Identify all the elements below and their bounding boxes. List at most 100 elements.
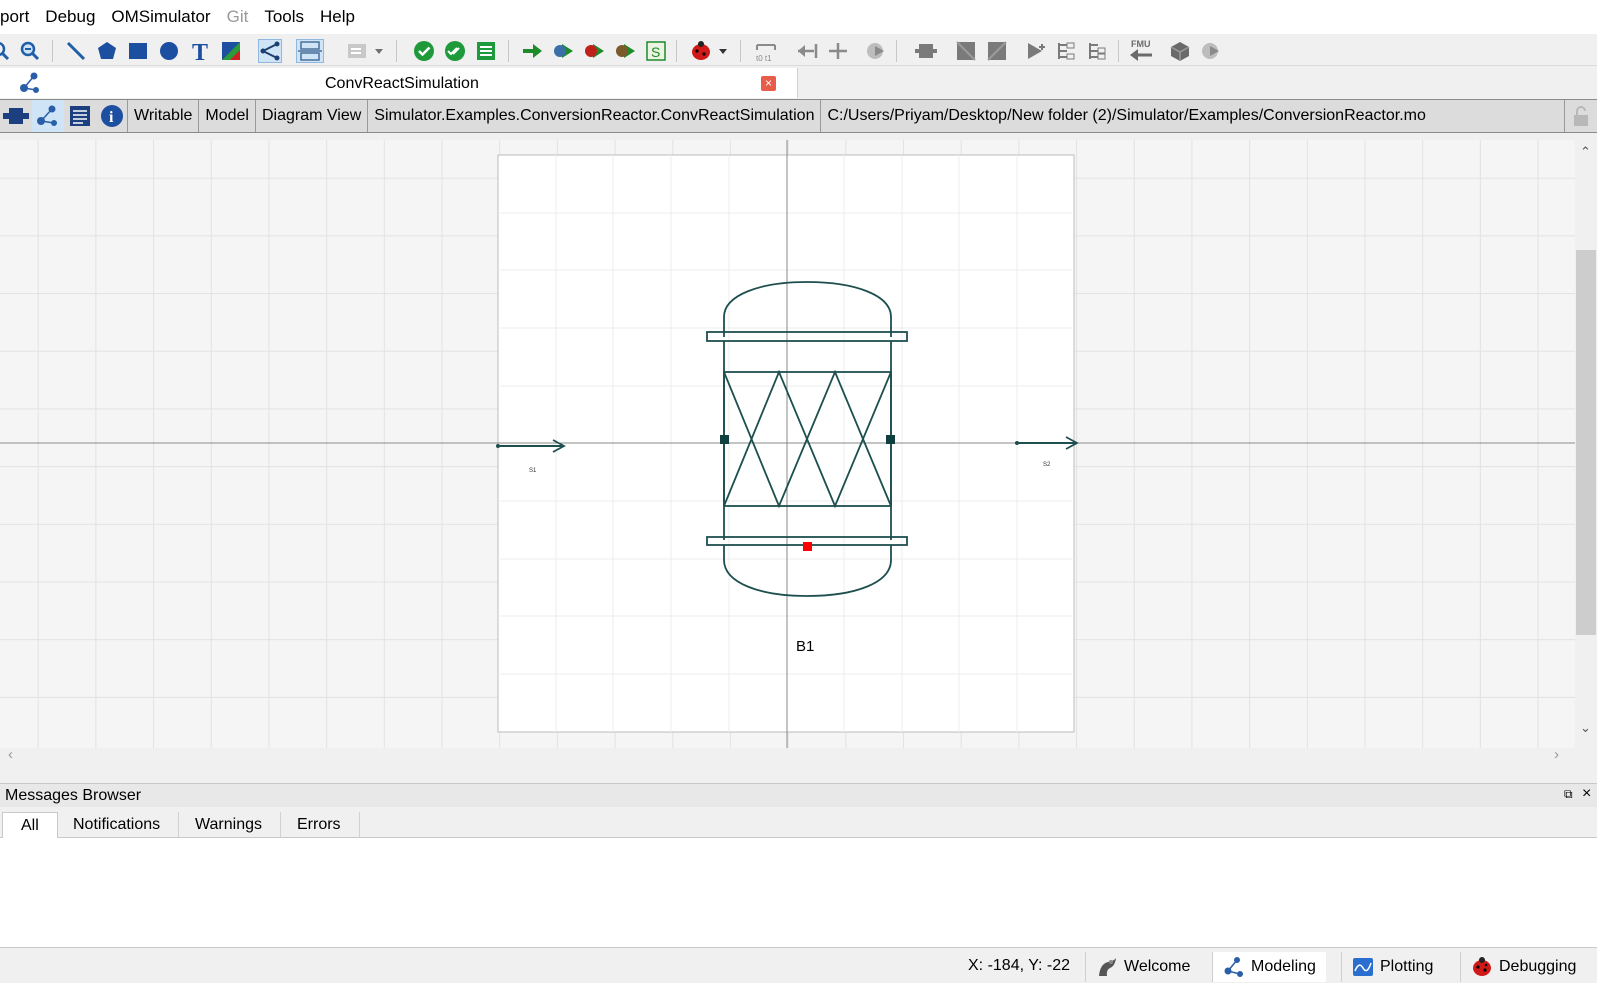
messages-browser-title: Messages Browser xyxy=(5,787,142,804)
class-type-label: Model xyxy=(199,100,256,132)
simulate-with-algorithmic-debugger-icon[interactable] xyxy=(582,39,606,63)
modeling-label: Modeling xyxy=(1251,958,1316,975)
export-icon[interactable] xyxy=(864,39,888,63)
tab-notifications[interactable]: Notifications xyxy=(55,812,180,838)
zoom-in-icon[interactable] xyxy=(0,39,12,63)
reactor-energy-port[interactable] xyxy=(803,542,812,551)
component-label: B1 xyxy=(796,638,814,655)
close-tab-button[interactable]: × xyxy=(761,76,776,91)
diff-icon[interactable]: t0 t1 xyxy=(754,39,778,63)
add-bus-icon[interactable] xyxy=(954,39,978,63)
lock-icon[interactable] xyxy=(1565,100,1597,132)
simulation-setup-icon[interactable]: S xyxy=(644,39,668,63)
svg-text:T: T xyxy=(192,40,208,62)
inlet-label: S1 xyxy=(529,468,537,474)
plotting-icon xyxy=(1352,956,1374,978)
three-d-viewer-icon[interactable] xyxy=(1168,39,1192,63)
status-bar: X: -184, Y: -22 Welcome Modeling Plottin… xyxy=(0,949,1597,983)
menu-debug[interactable]: Debug xyxy=(37,7,103,27)
debugging-icon xyxy=(1471,956,1493,978)
scroll-right-icon[interactable]: › xyxy=(1554,746,1559,763)
scroll-down-icon[interactable]: ⌄ xyxy=(1580,720,1591,736)
simulate-with-transformational-debugger-icon[interactable] xyxy=(551,39,575,63)
plotting-label: Plotting xyxy=(1380,958,1434,975)
rectangle-tool-icon[interactable] xyxy=(126,39,150,63)
diagram-area: S1 S2 B1 ⌃ ⌄ ‹ › xyxy=(0,140,1597,764)
move-left-icon[interactable] xyxy=(795,39,819,63)
writable-status: Writable xyxy=(128,100,200,132)
simulate-icon[interactable] xyxy=(520,39,544,63)
reactor-inlet-port[interactable] xyxy=(720,435,729,444)
svg-text:t0 t1: t0 t1 xyxy=(756,54,772,62)
vertical-scrollbar[interactable]: ⌃ ⌄ xyxy=(1575,140,1597,748)
close-panel-icon[interactable]: × xyxy=(1582,785,1591,803)
horizontal-scrollbar[interactable]: ‹ › xyxy=(0,746,1575,764)
run-icon[interactable] xyxy=(1199,39,1223,63)
menu-help[interactable]: Help xyxy=(312,7,363,27)
menu-export[interactable]: port xyxy=(0,7,37,27)
line-tool-icon[interactable] xyxy=(64,39,88,63)
check-model-icon[interactable] xyxy=(412,39,436,63)
icon-view-button[interactable] xyxy=(0,100,32,132)
messages-browser-header: Messages Browser ⧉ × xyxy=(0,783,1597,807)
transition-mode-icon[interactable] xyxy=(296,39,324,63)
connect-mode-icon[interactable] xyxy=(258,39,282,63)
ellipse-tool-icon[interactable] xyxy=(157,39,181,63)
document-tab-title: ConvReactSimulation xyxy=(325,75,479,92)
document-tab-bar: ConvReactSimulation × xyxy=(0,68,1597,98)
messages-list xyxy=(0,838,1597,948)
tab-errors[interactable]: Errors xyxy=(279,812,360,838)
toolbar: T S t0 t1 FMU xyxy=(0,34,1597,66)
scroll-left-icon[interactable]: ‹ xyxy=(8,746,13,763)
modeling-perspective-button[interactable]: Modeling xyxy=(1212,952,1326,982)
view-type-label: Diagram View xyxy=(256,100,369,132)
svg-text:FMU: FMU xyxy=(1131,39,1151,49)
plotting-perspective-button[interactable]: Plotting xyxy=(1341,952,1443,982)
diagram-svg: S1 S2 B1 xyxy=(0,140,1575,748)
edit-tlm-bus-icon[interactable] xyxy=(1086,39,1110,63)
check-all-models-icon[interactable] xyxy=(443,39,467,63)
messages-tab-bar: All Notifications Warnings Errors xyxy=(0,810,1597,838)
tab-all[interactable]: All xyxy=(2,812,58,838)
float-panel-icon[interactable]: ⧉ xyxy=(1564,787,1573,802)
edit-bus-icon[interactable] xyxy=(985,39,1009,63)
debugger-dropdown-icon[interactable] xyxy=(690,39,730,63)
document-tab[interactable]: ConvReactSimulation × xyxy=(0,68,798,98)
add-submodel-icon[interactable] xyxy=(914,39,938,63)
modeling-icon xyxy=(1223,956,1245,978)
menu-git[interactable]: Git xyxy=(219,7,257,27)
menu-tools[interactable]: Tools xyxy=(256,7,312,27)
scroll-up-icon[interactable]: ⌃ xyxy=(1580,144,1591,160)
debugging-perspective-button[interactable]: Debugging xyxy=(1460,952,1586,982)
vertical-scroll-thumb[interactable] xyxy=(1576,250,1596,635)
diagram-view-button[interactable] xyxy=(32,100,64,132)
transition-dropdown-icon[interactable] xyxy=(346,39,386,63)
instantiate-model-icon[interactable] xyxy=(474,39,498,63)
debugging-label: Debugging xyxy=(1499,958,1577,975)
model-info-bar: i Writable Model Diagram View Simulator.… xyxy=(0,99,1597,133)
add-tlm-bus-icon[interactable] xyxy=(1055,39,1079,63)
file-path-label: C:/Users/Priyam/Desktop/New folder (2)/S… xyxy=(821,100,1565,132)
menu-bar: port Debug OMSimulator Git Tools Help xyxy=(0,0,1597,34)
svg-text:i: i xyxy=(109,109,114,126)
fmu-export-icon[interactable]: FMU xyxy=(1128,39,1156,63)
align-icon[interactable] xyxy=(826,39,850,63)
class-path-label: Simulator.Examples.ConversionReactor.Con… xyxy=(368,100,822,132)
welcome-label: Welcome xyxy=(1124,958,1191,975)
tab-warnings[interactable]: Warnings xyxy=(177,812,281,838)
bitmap-tool-icon[interactable] xyxy=(219,39,243,63)
add-connector-icon[interactable] xyxy=(1024,39,1048,63)
text-tool-icon[interactable]: T xyxy=(188,39,212,63)
documentation-view-button[interactable]: i xyxy=(96,100,128,132)
menu-omsimulator[interactable]: OMSimulator xyxy=(103,7,218,27)
svg-text:S: S xyxy=(651,44,660,60)
welcome-perspective-button[interactable]: Welcome xyxy=(1085,952,1200,982)
diagram-canvas[interactable]: S1 S2 B1 xyxy=(0,140,1575,748)
text-view-button[interactable] xyxy=(64,100,96,132)
polygon-tool-icon[interactable] xyxy=(95,39,119,63)
simulate-with-animation-icon[interactable] xyxy=(613,39,637,63)
cursor-coordinates: X: -184, Y: -22 xyxy=(968,957,1070,974)
reactor-outlet-port[interactable] xyxy=(886,435,895,444)
modeling-icon xyxy=(18,71,42,95)
zoom-out-icon[interactable] xyxy=(18,39,42,63)
